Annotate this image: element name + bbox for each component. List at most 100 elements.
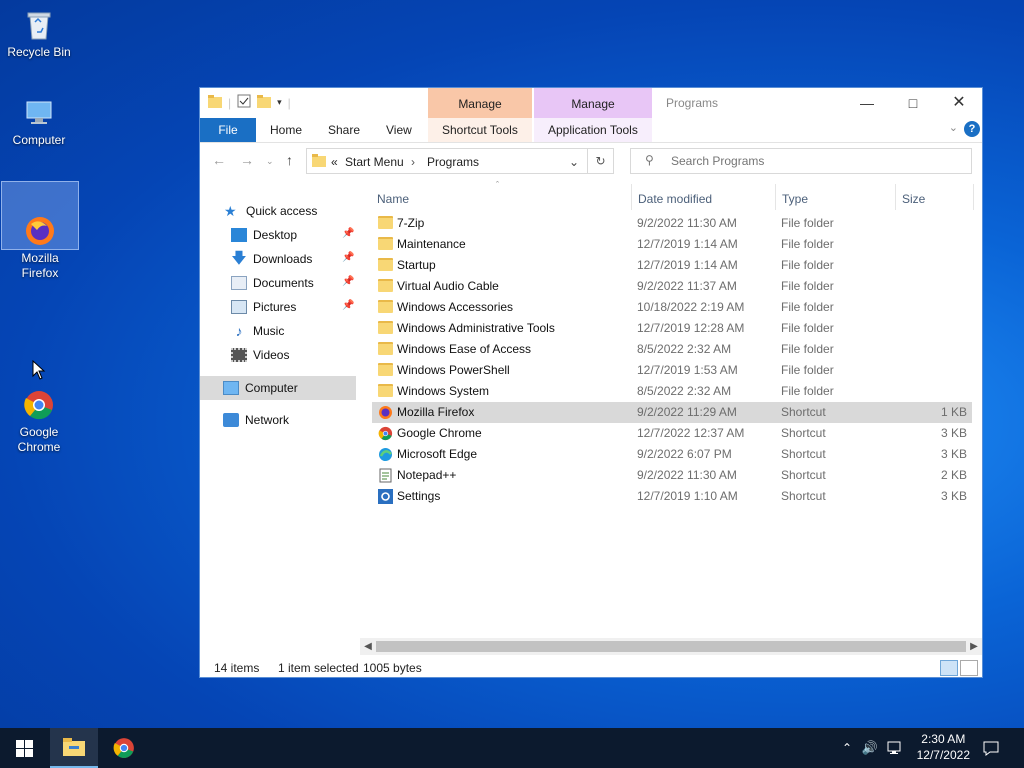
sort-ascending-icon: ˆ bbox=[496, 180, 499, 190]
file-date-modified: 9/2/2022 11:30 AM bbox=[637, 216, 737, 230]
desktop-icon-computer[interactable]: Computer bbox=[1, 90, 77, 150]
nav-item-network[interactable]: Network bbox=[223, 409, 289, 431]
tab-shortcut-tools[interactable]: Shortcut Tools bbox=[442, 118, 518, 142]
start-button[interactable] bbox=[0, 728, 48, 768]
help-icon[interactable]: ? bbox=[964, 121, 980, 137]
status-bar: 14 items 1 item selected 1005 bytes bbox=[200, 658, 982, 678]
desktop-icon-recycle-bin[interactable]: Recycle Bin bbox=[1, 2, 77, 62]
file-row[interactable]: Windows Accessories 10/18/2022 2:19 AM Fil… bbox=[372, 297, 972, 318]
file-row[interactable]: Windows System 8/5/2022 2:32 AM File folde… bbox=[372, 381, 972, 402]
refresh-button[interactable]: ↻ bbox=[588, 148, 614, 174]
horizontal-scrollbar[interactable]: ◀ ▶ bbox=[360, 638, 982, 655]
nav-item-computer[interactable]: Computer bbox=[223, 377, 298, 399]
scroll-left-icon[interactable]: ◀ bbox=[360, 638, 376, 655]
action-center-icon[interactable] bbox=[980, 728, 1002, 768]
nav-item-videos[interactable]: Videos bbox=[231, 344, 289, 366]
file-row[interactable]: Windows PowerShell 12/7/2019 1:53 AM File … bbox=[372, 360, 972, 381]
file-row[interactable]: Maintenance 12/7/2019 1:14 AM File folder bbox=[372, 234, 972, 255]
file-row[interactable]: Virtual Audio Cable 9/2/2022 11:37 AM File… bbox=[372, 276, 972, 297]
column-divider[interactable] bbox=[973, 184, 974, 210]
breadcrumb-start-menu[interactable]: Start Menu bbox=[345, 155, 404, 169]
breadcrumb-prefix[interactable]: « bbox=[331, 155, 338, 169]
large-icons-view-icon[interactable] bbox=[960, 660, 978, 676]
tab-view[interactable]: View bbox=[386, 118, 412, 142]
file-type: File folder bbox=[781, 300, 834, 314]
pin-icon: 📌 bbox=[342, 276, 355, 287]
column-header-date[interactable]: Date modified bbox=[638, 192, 712, 206]
expand-ribbon-icon[interactable]: ⌄ bbox=[949, 121, 958, 134]
file-type: File folder bbox=[781, 237, 834, 251]
tab-file[interactable]: File bbox=[200, 118, 256, 142]
new-folder-icon[interactable] bbox=[257, 94, 272, 111]
properties-icon[interactable] bbox=[237, 94, 251, 111]
ribbon-tabs: File Home Share View Shortcut Tools Appl… bbox=[200, 118, 982, 143]
file-date-modified: 8/5/2022 2:32 AM bbox=[637, 384, 732, 398]
column-header-name[interactable]: Name bbox=[377, 192, 409, 206]
quick-access-toolbar: | ▾ | bbox=[208, 94, 291, 111]
file-row[interactable]: Windows Ease of Access 8/5/2022 2:32 AM Fi… bbox=[372, 339, 972, 360]
file-row[interactable]: Settings 12/7/2019 1:10 AM Shortcut 3 KB bbox=[372, 486, 972, 507]
file-row[interactable]: 7-Zip 9/2/2022 11:30 AM File folder bbox=[372, 213, 972, 234]
file-name: Notepad++ bbox=[397, 468, 457, 482]
file-explorer-window[interactable]: | ▾ | Manage Manage Programs — □ ✕ File … bbox=[199, 87, 983, 678]
search-input[interactable] bbox=[669, 153, 963, 169]
file-date-modified: 9/2/2022 11:29 AM bbox=[637, 405, 737, 419]
customize-qat-icon[interactable]: ▾ bbox=[277, 97, 282, 108]
taskbar-chrome[interactable] bbox=[100, 728, 148, 768]
context-header-shortcut-tools: Manage bbox=[428, 88, 532, 118]
up-arrow-icon[interactable]: ↑ bbox=[286, 152, 293, 168]
breadcrumb-programs[interactable]: Programs bbox=[427, 155, 479, 169]
folder-icon bbox=[378, 237, 393, 251]
file-date-modified: 12/7/2019 1:53 AM bbox=[637, 363, 738, 377]
edge-icon bbox=[378, 447, 393, 461]
maximize-button[interactable]: □ bbox=[890, 88, 936, 118]
details-view-icon[interactable] bbox=[940, 660, 958, 676]
network-icon[interactable] bbox=[884, 728, 906, 768]
column-divider[interactable] bbox=[895, 184, 896, 210]
tab-share[interactable]: Share bbox=[328, 118, 360, 142]
show-hidden-icons-chevron-icon[interactable]: ⌃ bbox=[838, 728, 856, 768]
desktop-icon-firefox[interactable]: Mozilla Firefox bbox=[1, 181, 79, 280]
taskbar-file-explorer[interactable] bbox=[50, 728, 98, 768]
title-bar[interactable]: | ▾ | Manage Manage Programs — □ ✕ bbox=[200, 88, 982, 118]
nav-item-music[interactable]: ♪ Music bbox=[231, 320, 285, 342]
scroll-right-icon[interactable]: ▶ bbox=[966, 638, 982, 655]
search-box[interactable]: ⚲ bbox=[630, 148, 972, 174]
forward-arrow-icon[interactable]: → bbox=[240, 152, 254, 168]
nav-item-label: Desktop bbox=[253, 228, 298, 242]
scrollbar-thumb[interactable] bbox=[376, 641, 966, 652]
nav-item-pictures[interactable]: Pictures bbox=[231, 296, 296, 318]
tab-home[interactable]: Home bbox=[270, 118, 302, 142]
nav-item-quick-access[interactable]: ★ Quick access bbox=[224, 200, 317, 222]
address-bar[interactable]: « Start Menu › Programs ⌄ bbox=[306, 148, 588, 174]
pin-icon: 📌 bbox=[342, 300, 355, 311]
nav-item-downloads[interactable]: 🡇 Downloads bbox=[231, 248, 312, 270]
file-name: Startup bbox=[397, 258, 436, 272]
recent-locations-icon[interactable]: ⌄ bbox=[266, 156, 274, 167]
nav-item-desktop[interactable]: Desktop bbox=[231, 224, 297, 246]
file-row[interactable]: Microsoft Edge 9/2/2022 6:07 PM Shortcut 3 … bbox=[372, 444, 972, 465]
nav-item-label: Videos bbox=[253, 348, 290, 362]
back-arrow-icon[interactable]: ← bbox=[212, 152, 226, 168]
minimize-button[interactable]: — bbox=[844, 88, 890, 118]
volume-icon[interactable]: 🔊 bbox=[860, 728, 880, 768]
file-type: Shortcut bbox=[781, 447, 826, 461]
column-divider[interactable] bbox=[631, 184, 632, 210]
column-header-type[interactable]: Type bbox=[782, 192, 808, 206]
file-row[interactable]: Startup 12/7/2019 1:14 AM File folder bbox=[372, 255, 972, 276]
close-button[interactable]: ✕ bbox=[936, 88, 982, 118]
tab-application-tools[interactable]: Application Tools bbox=[548, 118, 638, 142]
file-type: File folder bbox=[781, 279, 834, 293]
file-row[interactable]: Notepad++ 9/2/2022 11:30 AM Shortcut 2 KB bbox=[372, 465, 972, 486]
nav-item-documents[interactable]: Documents bbox=[231, 272, 314, 294]
file-type: File folder bbox=[781, 216, 834, 230]
nav-item-label: Music bbox=[253, 324, 285, 338]
file-explorer-icon bbox=[63, 738, 85, 756]
column-divider[interactable] bbox=[775, 184, 776, 210]
address-dropdown-icon[interactable]: ⌄ bbox=[569, 155, 579, 169]
file-row[interactable]: Mozilla Firefox 9/2/2022 11:29 AM Shortcut… bbox=[372, 402, 972, 423]
file-row[interactable]: Google Chrome 12/7/2022 12:37 AM Shortcut 3… bbox=[372, 423, 972, 444]
file-row[interactable]: Windows Administrative Tools 12/7/2019 12… bbox=[372, 318, 972, 339]
clock[interactable]: 2:30 AM 12/7/2022 bbox=[917, 731, 970, 763]
column-header-size[interactable]: Size bbox=[902, 192, 925, 206]
